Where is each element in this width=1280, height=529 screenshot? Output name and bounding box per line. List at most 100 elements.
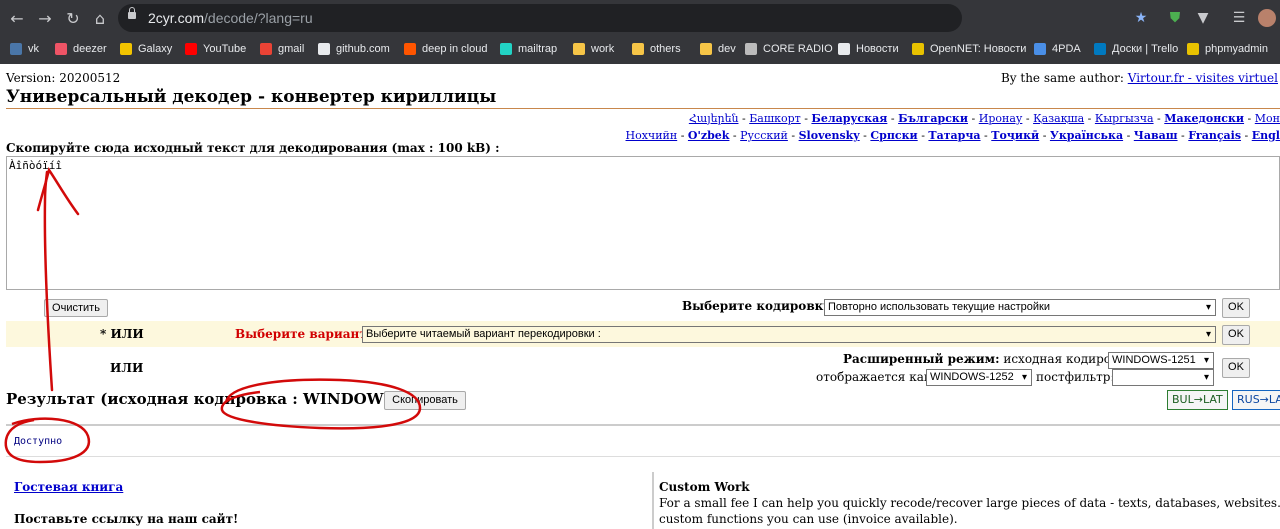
deezer-icon — [55, 43, 67, 55]
column-divider — [652, 472, 654, 529]
display-as-select[interactable]: WINDOWS-1252 — [926, 369, 1032, 386]
language-link[interactable]: Татарча — [928, 129, 980, 142]
bookmark-label: phpmyadmin — [1205, 43, 1268, 55]
or-label-1: * ИЛИ — [100, 327, 144, 341]
ok-button-encoding[interactable]: OK — [1222, 298, 1250, 318]
bookmark-item[interactable]: others — [632, 40, 681, 58]
variant-label: Выберите вариант : — [235, 327, 376, 341]
title-divider — [6, 108, 1280, 109]
copy-button[interactable]: Скопировать — [384, 391, 466, 410]
shield-extension-icon[interactable]: ⛊ — [1167, 10, 1183, 26]
language-link[interactable]: Українська — [1050, 129, 1123, 142]
ok-button-advanced[interactable]: OK — [1222, 358, 1250, 378]
rus-lat-button[interactable]: RUS→LA — [1232, 390, 1280, 410]
language-link[interactable]: Русский — [740, 129, 788, 142]
mailtrap-icon — [500, 43, 512, 55]
variant-select[interactable]: Выберите читаемый вариант перекодировки … — [362, 326, 1216, 343]
url-text[interactable]: 2cyr.com/decode/?lang=ru — [148, 10, 313, 26]
postfilter-label: постфильтр: — [1036, 370, 1115, 384]
bookmark-star-icon[interactable]: ★ — [1133, 10, 1149, 26]
bookmark-item[interactable]: YouTube — [185, 40, 246, 58]
language-link[interactable]: O'zbek — [688, 129, 730, 142]
language-link[interactable]: Нохчийн — [626, 129, 678, 142]
home-icon[interactable]: ⌂ — [91, 10, 109, 28]
bul-lat-button[interactable]: BUL→LAT — [1167, 390, 1228, 410]
source-encoding-select[interactable]: WINDOWS-1251 — [1108, 352, 1214, 369]
youtube-icon — [185, 43, 197, 55]
encoding-select[interactable]: Повторно использовать текущие настройки — [824, 299, 1216, 316]
profile-avatar[interactable] — [1258, 9, 1276, 27]
language-links: Հայերեն - Башкорт - Беларуская - Българс… — [625, 112, 1280, 142]
bookmark-item[interactable]: gmail — [260, 40, 304, 58]
ok-button-variant[interactable]: OK — [1222, 325, 1250, 345]
bookmark-item[interactable]: work — [573, 40, 614, 58]
language-link[interactable]: Български — [898, 112, 968, 125]
bookmark-item[interactable]: deep in cloud — [404, 40, 487, 58]
forward-icon[interactable]: → — [36, 10, 54, 28]
bookmark-label: vk — [28, 43, 39, 55]
source-text-input[interactable]: Àîñòóïíî — [6, 156, 1280, 290]
language-link[interactable]: Мон — [1255, 112, 1280, 125]
bookmark-item[interactable]: Доски | Trello — [1094, 40, 1178, 58]
language-link[interactable]: Français — [1188, 129, 1241, 142]
reading-list-icon[interactable]: ☰ — [1231, 10, 1247, 26]
bookmark-item[interactable]: vk — [10, 40, 39, 58]
bookmark-item[interactable]: 4PDA — [1034, 40, 1081, 58]
folder-icon — [700, 43, 712, 55]
bookmark-label: others — [650, 43, 681, 55]
bookmark-label: CORE RADIO — [763, 43, 833, 55]
extension-v-icon[interactable]: ▼ — [1195, 10, 1211, 26]
bookmark-item[interactable]: phpmyadmin — [1187, 40, 1268, 58]
galaxy-icon — [120, 43, 132, 55]
language-link[interactable]: Кыргызча — [1095, 112, 1154, 125]
result-area — [6, 430, 1280, 457]
bookmark-label: work — [591, 43, 615, 55]
language-link[interactable]: Беларуская — [811, 112, 887, 125]
language-link[interactable]: Тоҷикӣ — [991, 129, 1039, 142]
input-label: Скопируйте сюда исходный текст для декод… — [6, 141, 500, 155]
phpmyadmin-icon — [1187, 43, 1199, 55]
bookmark-item[interactable]: github.com — [318, 40, 390, 58]
bookmark-item[interactable]: Новости — [838, 40, 899, 58]
back-icon[interactable]: ← — [8, 10, 26, 28]
bookmark-item[interactable]: dev — [700, 40, 736, 58]
lock-icon — [128, 12, 136, 19]
language-link[interactable]: Engl — [1252, 129, 1280, 142]
bookmark-item[interactable]: OpenNET: Новости — [912, 40, 1026, 58]
language-link[interactable]: Иронау — [979, 112, 1023, 125]
author-link[interactable]: Virtour.fr - visites virtuel — [1128, 71, 1278, 85]
guestbook-link[interactable]: Гостевая книга — [14, 480, 123, 494]
bookmark-label: mailtrap — [518, 43, 558, 55]
clear-button[interactable]: Очистить — [44, 299, 108, 317]
language-link[interactable]: Македонски — [1164, 112, 1244, 125]
triangle-icon — [745, 43, 757, 55]
bookmark-label: dev — [718, 43, 736, 55]
bookmark-item[interactable]: Galaxy — [120, 40, 172, 58]
language-link[interactable]: Чаваш — [1134, 129, 1178, 142]
language-link[interactable]: Српски — [870, 129, 917, 142]
reload-icon[interactable]: ↻ — [64, 10, 82, 28]
soundcloud-icon — [404, 43, 416, 55]
4pda-icon — [1034, 43, 1046, 55]
language-link[interactable]: Slovensky — [799, 129, 860, 142]
custom-work-text-1: For a small fee I can help you quickly r… — [659, 496, 1280, 510]
language-link[interactable]: Қазақша — [1033, 112, 1084, 125]
bookmark-label: deezer — [73, 43, 107, 55]
encoding-label: Выберите кодировку : — [682, 299, 840, 313]
bookmark-label: YouTube — [203, 43, 247, 55]
star-icon — [912, 43, 924, 55]
github-icon — [318, 43, 330, 55]
fire-icon — [838, 43, 850, 55]
folder-icon — [573, 43, 585, 55]
version-label: Version: 20200512 — [6, 71, 121, 85]
language-link[interactable]: Հայերեն — [689, 112, 739, 125]
bookmark-item[interactable]: deezer — [55, 40, 107, 58]
display-as-label: отображается как: — [816, 370, 936, 384]
trello-icon — [1094, 43, 1106, 55]
bookmark-item[interactable]: CORE RADIO — [745, 40, 833, 58]
language-link[interactable]: Башкорт — [749, 112, 801, 125]
postfilter-select[interactable] — [1112, 369, 1214, 386]
bookmark-item[interactable]: mailtrap — [500, 40, 557, 58]
folder-icon — [632, 43, 644, 55]
link-to-us-heading: Поставьте ссылку на наш сайт! — [14, 512, 239, 526]
